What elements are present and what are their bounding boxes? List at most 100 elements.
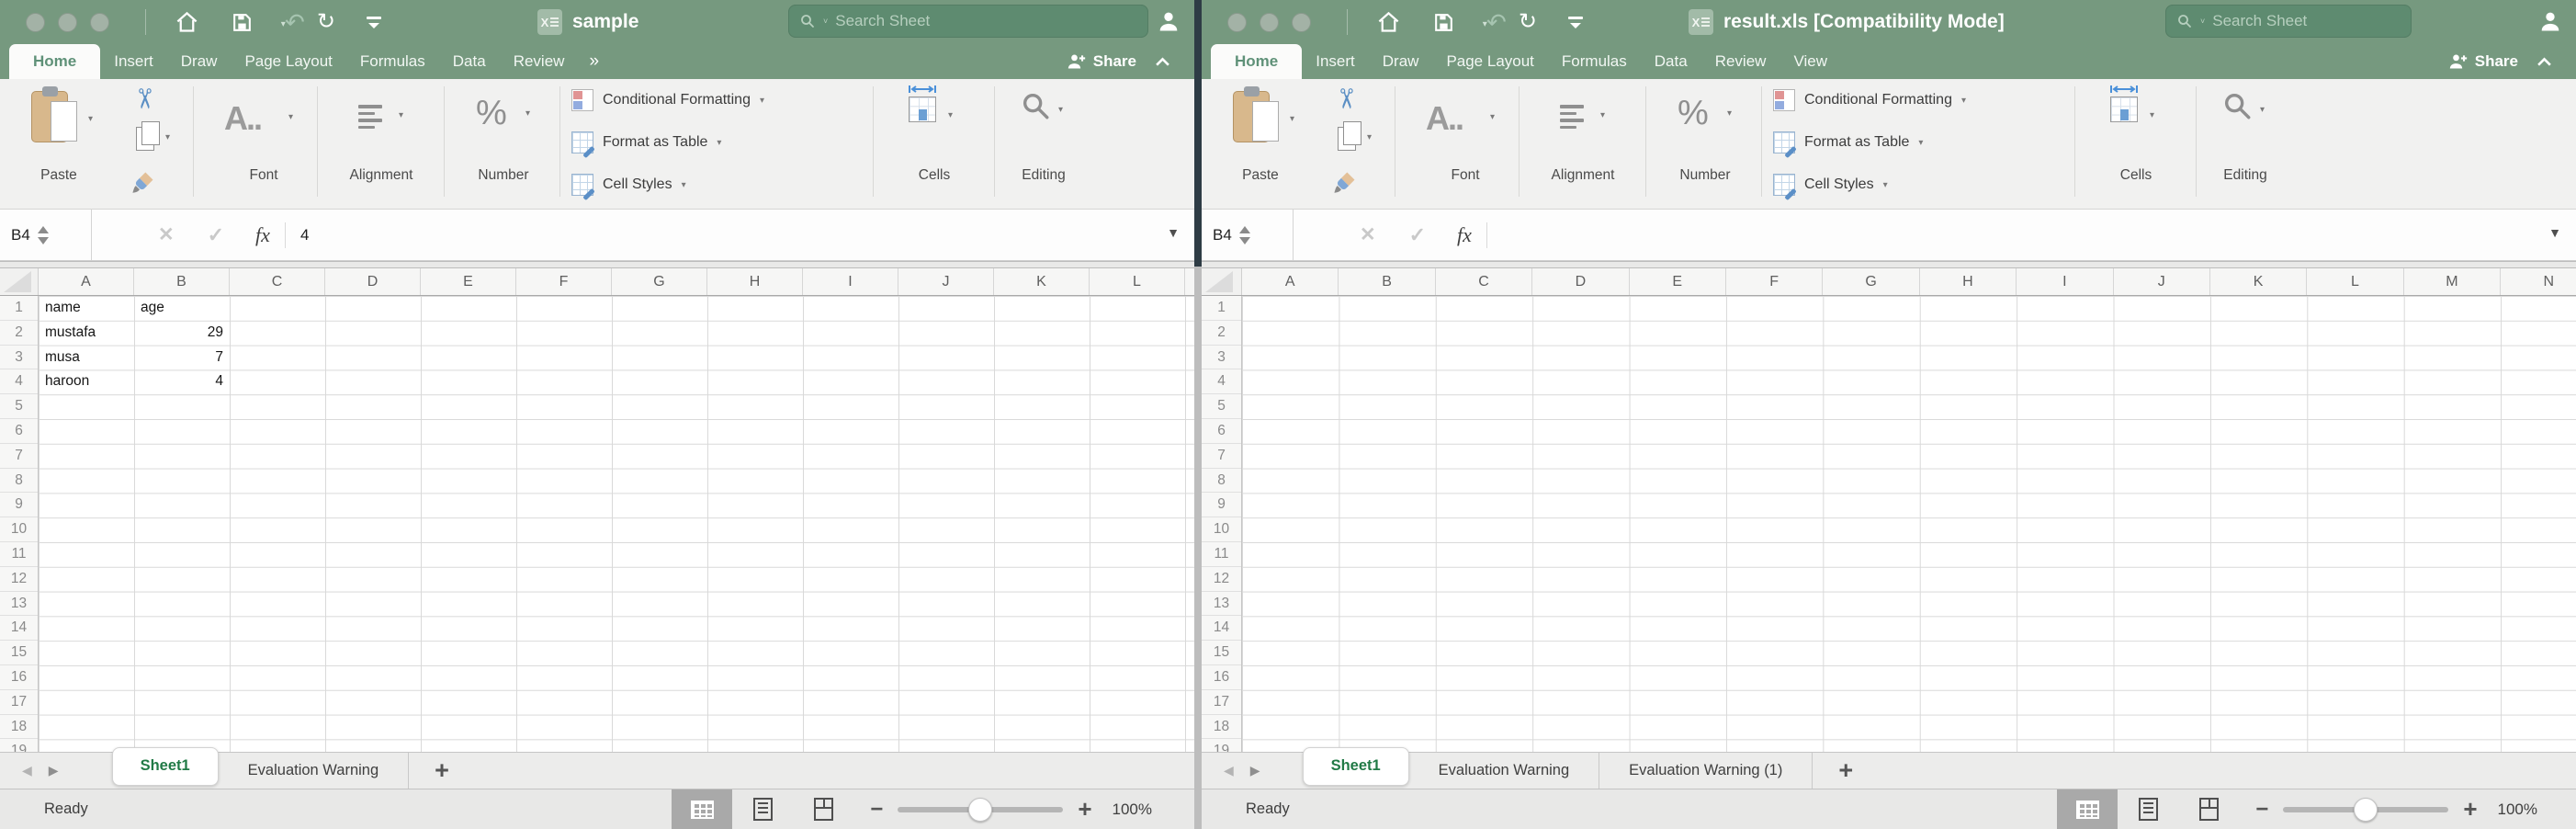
row-header[interactable]: 11 bbox=[0, 542, 38, 567]
number-format-icon[interactable]: % bbox=[1678, 94, 1709, 133]
column-header[interactable]: L bbox=[1090, 268, 1185, 295]
confirm-entry-icon[interactable]: ✓ bbox=[1409, 223, 1426, 247]
copy-icon[interactable] bbox=[1338, 127, 1356, 151]
cells-caret-icon[interactable]: ▾ bbox=[948, 110, 953, 120]
row-header[interactable]: 15 bbox=[0, 641, 38, 665]
stepper-down-icon[interactable] bbox=[38, 237, 49, 244]
search-input[interactable]: ˅ Search Sheet bbox=[788, 5, 1148, 38]
column-header[interactable]: C bbox=[1436, 268, 1532, 295]
column-header[interactable]: G bbox=[612, 268, 707, 295]
account-icon[interactable] bbox=[1156, 8, 1181, 34]
zoom-in-button[interactable]: + bbox=[2463, 795, 2477, 823]
cells-icon[interactable] bbox=[908, 85, 937, 122]
row-header[interactable]: 1 bbox=[1202, 296, 1241, 321]
editing-caret-icon[interactable]: ▾ bbox=[2260, 105, 2265, 115]
alignment-icon[interactable] bbox=[1560, 105, 1584, 129]
row-header[interactable]: 15 bbox=[1202, 641, 1241, 665]
page-break-view-button[interactable] bbox=[2178, 789, 2239, 829]
column-header[interactable]: B bbox=[1339, 268, 1435, 295]
select-all-button[interactable] bbox=[1202, 268, 1242, 295]
column-header[interactable]: C bbox=[230, 268, 325, 295]
alignment-icon[interactable] bbox=[358, 105, 382, 129]
cut-icon[interactable]: ✂ bbox=[128, 87, 160, 110]
share-button[interactable]: Share bbox=[1067, 52, 1136, 71]
name-box[interactable]: B4 bbox=[0, 210, 92, 260]
row-header[interactable]: 5 bbox=[1202, 394, 1241, 419]
column-header[interactable]: E bbox=[1630, 268, 1726, 295]
close-button[interactable] bbox=[1227, 13, 1247, 32]
formula-bar-expand-icon[interactable]: ▼ bbox=[1167, 225, 1180, 240]
row-header[interactable]: 6 bbox=[1202, 419, 1241, 444]
sheet-tab[interactable]: Evaluation Warning bbox=[219, 753, 409, 789]
column-header[interactable]: G bbox=[1823, 268, 1919, 295]
row-header[interactable]: 9 bbox=[1202, 493, 1241, 517]
column-header[interactable]: L bbox=[2307, 268, 2403, 295]
spreadsheet-grid[interactable] bbox=[1242, 296, 2576, 752]
cell-styles-button[interactable]: Cell Styles ▾ bbox=[1773, 171, 1888, 199]
account-icon[interactable] bbox=[2537, 8, 2563, 34]
row-header[interactable]: 18 bbox=[1202, 715, 1241, 740]
ribbon-tab[interactable]: Review bbox=[500, 44, 579, 79]
page-layout-view-button[interactable] bbox=[732, 789, 793, 829]
undo-caret-icon[interactable]: ▾ bbox=[1483, 19, 1487, 29]
zoom-out-button[interactable]: − bbox=[870, 797, 883, 823]
zoom-slider[interactable] bbox=[898, 807, 1063, 812]
zoom-slider-thumb[interactable] bbox=[968, 798, 992, 822]
customize-toolbar-icon[interactable] bbox=[367, 17, 381, 28]
row-header[interactable]: 4 bbox=[1202, 369, 1241, 394]
fullscreen-button[interactable] bbox=[90, 13, 109, 32]
editing-icon[interactable] bbox=[2221, 90, 2253, 121]
page-layout-view-button[interactable] bbox=[2118, 789, 2178, 829]
font-caret-icon[interactable]: ▾ bbox=[288, 112, 293, 122]
row-header[interactable]: 10 bbox=[0, 517, 38, 542]
row-header[interactable]: 10 bbox=[1202, 517, 1241, 542]
format-painter-icon[interactable] bbox=[1332, 169, 1358, 195]
zoom-level[interactable]: 100% bbox=[2498, 801, 2537, 819]
row-header[interactable]: 14 bbox=[1202, 616, 1241, 641]
name-box-stepper[interactable] bbox=[1239, 226, 1250, 244]
save-icon[interactable] bbox=[1432, 11, 1455, 34]
row-header[interactable]: 2 bbox=[1202, 321, 1241, 346]
ribbon-tab[interactable]: Home bbox=[9, 44, 100, 79]
home-icon[interactable] bbox=[175, 10, 199, 35]
row-header[interactable]: 18 bbox=[0, 715, 38, 740]
number-caret-icon[interactable]: ▾ bbox=[525, 108, 530, 119]
row-header[interactable]: 8 bbox=[1202, 469, 1241, 494]
format-as-table-button[interactable]: Format as Table ▾ bbox=[1773, 129, 1923, 156]
home-icon[interactable] bbox=[1376, 10, 1401, 35]
column-header[interactable]: M bbox=[2404, 268, 2501, 295]
prev-sheet-icon[interactable]: ◀ bbox=[22, 763, 32, 778]
ribbon-tab[interactable]: Page Layout bbox=[1432, 44, 1547, 79]
ribbon-tab[interactable]: Review bbox=[1701, 44, 1780, 79]
cells-icon[interactable] bbox=[2109, 85, 2139, 122]
ribbon-tab[interactable]: Insert bbox=[100, 44, 167, 79]
stepper-up-icon[interactable] bbox=[1239, 226, 1250, 233]
collapse-ribbon-icon[interactable] bbox=[2536, 57, 2552, 67]
close-button[interactable] bbox=[26, 13, 45, 32]
column-header[interactable]: I bbox=[803, 268, 898, 295]
ribbon-tab[interactable]: Draw bbox=[167, 44, 232, 79]
conditional-formatting-button[interactable]: Conditional Formatting ▾ bbox=[571, 86, 764, 114]
row-header[interactable]: 6 bbox=[0, 419, 38, 444]
cell-A3[interactable]: musa bbox=[39, 346, 134, 370]
column-header[interactable]: H bbox=[1920, 268, 2017, 295]
row-header[interactable]: 19 bbox=[1202, 739, 1241, 752]
page-break-view-button[interactable] bbox=[793, 789, 853, 829]
row-header[interactable]: 7 bbox=[1202, 444, 1241, 469]
column-header[interactable]: E bbox=[421, 268, 516, 295]
row-header[interactable]: 8 bbox=[0, 469, 38, 494]
row-header[interactable]: 2 bbox=[0, 321, 38, 346]
normal-view-button[interactable] bbox=[2057, 789, 2118, 829]
cancel-entry-icon[interactable]: ✕ bbox=[158, 223, 175, 246]
column-header[interactable]: D bbox=[1532, 268, 1629, 295]
row-header[interactable]: 19 bbox=[0, 739, 38, 752]
row-header[interactable]: 17 bbox=[1202, 690, 1241, 715]
zoom-in-button[interactable]: + bbox=[1078, 795, 1091, 823]
row-header[interactable]: 3 bbox=[1202, 346, 1241, 370]
sheet-tab[interactable]: Evaluation Warning bbox=[1409, 753, 1599, 789]
column-header[interactable]: J bbox=[898, 268, 994, 295]
conditional-formatting-button[interactable]: Conditional Formatting ▾ bbox=[1773, 86, 1966, 114]
cancel-entry-icon[interactable]: ✕ bbox=[1360, 223, 1376, 246]
row-header[interactable]: 12 bbox=[1202, 567, 1241, 592]
save-icon[interactable] bbox=[231, 11, 254, 34]
